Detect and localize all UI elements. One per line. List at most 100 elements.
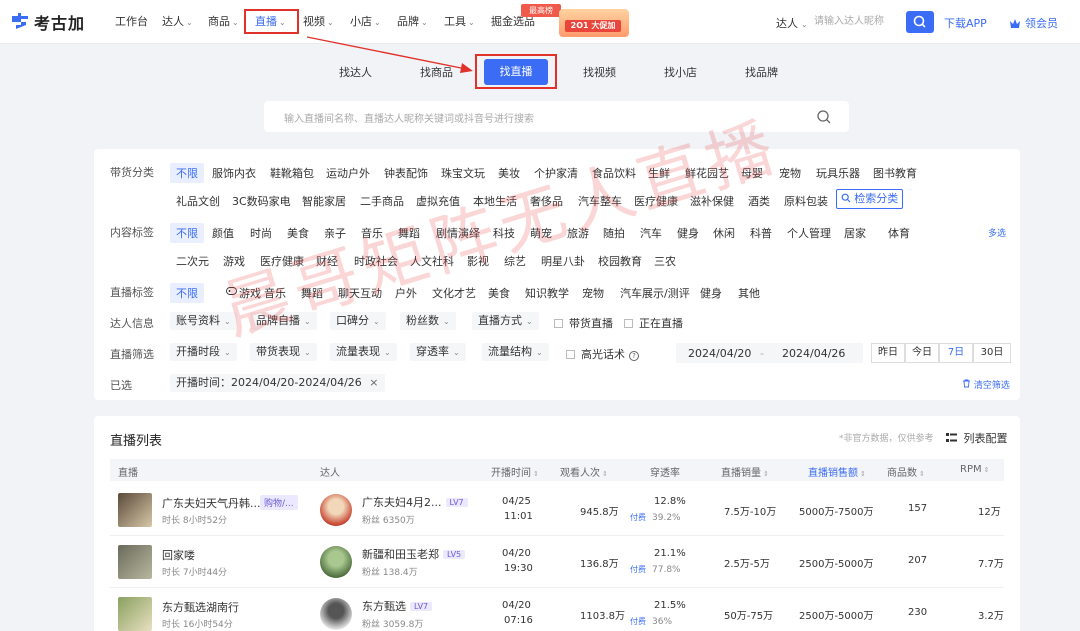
cat2-chip-1[interactable]: 3C数码家电 [232,193,291,209]
info1-dropdown-4[interactable]: 直播方式 ⌄ [472,312,539,330]
multi-select-link[interactable]: 多选 [988,226,1006,239]
cat2-chip-8[interactable]: 医疗健康 [634,193,678,209]
avatar[interactable] [320,546,352,578]
screen1-dropdown-3[interactable]: 穿透率 ⌄ [410,343,466,361]
con1-chip-12[interactable]: 汽车 [640,225,662,241]
con1-chip-18[interactable]: 体育 [888,225,910,241]
subtab-3[interactable]: 找视频 [583,64,616,80]
con2-chip-6[interactable]: 影视 [467,253,489,269]
con1-chip-7[interactable]: 剧情演绎 [436,225,480,241]
cat1-chip-10[interactable]: 鲜花园艺 [685,165,729,181]
info1-dropdown-2[interactable]: 口碑分 ⌄ [330,312,386,330]
cat2-chip-11[interactable]: 原料包装 [784,193,828,209]
live1-chip-2[interactable]: 音乐 [264,285,286,301]
cat2-chip-9[interactable]: 滋补保健 [690,193,734,209]
live1-chip-6[interactable]: 文化才艺 [432,285,476,301]
quick-date-1[interactable]: 今日 [905,343,939,363]
cat1-chip-6[interactable]: 美妆 [498,165,520,181]
author-name[interactable]: 新疆和田玉老郑 LV5 [362,546,466,562]
column-header-8[interactable]: RPM ⇕ [960,464,989,475]
table-row[interactable]: 广东夫妇天气丹韩... 购物/... 时长 8小时52分 广东夫妇4月2... LV7 粉… [110,484,1004,536]
live1-chip-12[interactable]: 其他 [738,285,760,301]
con1-chip-3[interactable]: 美食 [287,225,309,241]
column-header-6[interactable]: 直播销售额 ⇕ [808,464,866,479]
live1-chip-1[interactable]: 游戏 [226,285,261,301]
quick-date-2[interactable]: 7日 [939,343,973,363]
con2-chip-10[interactable]: 三农 [654,253,676,269]
table-row[interactable]: 回家喽 时长 7小时44分 新疆和田玉老郑 LV5 粉丝 138.4万 04/20 19:3… [110,536,1004,588]
column-header-3[interactable]: 观看人次 ⇕ [560,464,608,479]
con1-chip-2[interactable]: 时尚 [250,225,272,241]
live1-chip-0[interactable]: 不限 [170,283,204,303]
cat2-chip-5[interactable]: 本地生活 [473,193,517,209]
cat2-chip-10[interactable]: 酒类 [748,193,770,209]
screen1-dropdown-0[interactable]: 开播时段 ⌄ [170,343,237,361]
con2-chip-2[interactable]: 医疗健康 [260,253,304,269]
live-thumbnail[interactable] [118,493,152,527]
live1-chip-4[interactable]: 聊天互动 [338,285,382,301]
list-config-button[interactable]: 列表配置 [946,430,1008,446]
live1-chip-10[interactable]: 汽车展示/测评 [620,285,690,301]
con1-chip-11[interactable]: 随拍 [603,225,625,241]
cat1-chip-8[interactable]: 食品饮料 [592,165,636,181]
con2-chip-8[interactable]: 明星八卦 [541,253,585,269]
live-search-bar[interactable]: 输入直播间名称、直播达人昵称关键词或抖音号进行搜索 [264,101,849,132]
cat1-chip-14[interactable]: 图书教育 [873,165,917,181]
quick-date-3[interactable]: 30日 [973,343,1011,363]
column-header-2[interactable]: 开播时间 ⇕ [491,464,539,479]
info-checkbox-0[interactable]: 带货直播 [554,315,613,331]
chosen-filter-tag[interactable]: 开播时间：2024/04/20-2024/04/26 × [170,374,385,392]
live-title[interactable]: 回家喽 [162,547,195,563]
info-checkbox-1[interactable]: 正在直播 [624,315,683,331]
screen1-dropdown-2[interactable]: 流量表现 ⌄ [330,343,397,361]
live-thumbnail[interactable] [118,597,152,631]
highlight-script-checkbox[interactable]: 高光话术? [566,346,639,362]
cat1-chip-4[interactable]: 钟表配饰 [384,165,428,181]
con1-chip-5[interactable]: 音乐 [361,225,383,241]
cat2-chip-7[interactable]: 汽车整车 [578,193,622,209]
con1-chip-16[interactable]: 个人管理 [787,225,831,241]
cat1-chip-3[interactable]: 运动户外 [326,165,370,181]
cat1-chip-5[interactable]: 珠宝文玩 [441,165,485,181]
subtab-5[interactable]: 找品牌 [745,64,778,80]
con2-chip-7[interactable]: 综艺 [504,253,526,269]
cat1-chip-0[interactable]: 不限 [170,163,204,183]
column-header-7[interactable]: 商品数 ⇕ [887,464,925,479]
con2-chip-0[interactable]: 二次元 [176,253,209,269]
category-search-button[interactable]: 检索分类 [836,189,903,209]
live1-chip-11[interactable]: 健身 [700,285,722,301]
close-icon[interactable]: × [369,376,378,389]
con1-chip-17[interactable]: 居家 [844,225,866,241]
con1-chip-10[interactable]: 旅游 [567,225,589,241]
avatar[interactable] [320,494,352,526]
live1-chip-8[interactable]: 知识教学 [525,285,569,301]
con1-chip-15[interactable]: 科普 [750,225,772,241]
con2-chip-9[interactable]: 校园教育 [598,253,642,269]
table-row[interactable]: 东方甄选湖南行 时长 16小时54分 东方甄选 LV7 粉丝 3059.8万 04/20 0… [110,588,1004,631]
live1-chip-7[interactable]: 美食 [488,285,510,301]
column-header-5[interactable]: 直播销量 ⇕ [721,464,769,479]
date-range-picker[interactable]: 2024/04/20 - 2024/04/26 [676,343,863,363]
screen1-dropdown-4[interactable]: 流量结构 ⌄ [482,343,549,361]
con1-chip-1[interactable]: 颜值 [212,225,234,241]
con2-chip-4[interactable]: 时政社会 [354,253,398,269]
live1-chip-5[interactable]: 户外 [395,285,417,301]
subtab-1[interactable]: 找商品 [420,64,453,80]
con1-chip-6[interactable]: 舞蹈 [398,225,420,241]
avatar[interactable] [320,598,352,630]
con1-chip-8[interactable]: 科技 [493,225,515,241]
author-name[interactable]: 东方甄选 LV7 [362,598,433,614]
con2-chip-3[interactable]: 财经 [316,253,338,269]
con2-chip-1[interactable]: 游戏 [223,253,245,269]
search-icon[interactable] [816,109,832,125]
subtab-0[interactable]: 找达人 [339,64,372,80]
subtab-4[interactable]: 找小店 [664,64,697,80]
info1-dropdown-0[interactable]: 账号资料 ⌄ [170,312,237,330]
con1-chip-4[interactable]: 亲子 [324,225,346,241]
live-title[interactable]: 广东夫妇天气丹韩... [162,495,261,511]
author-name[interactable]: 广东夫妇4月2... LV7 [362,494,468,510]
live1-chip-9[interactable]: 宠物 [582,285,604,301]
screen1-dropdown-1[interactable]: 带货表现 ⌄ [250,343,317,361]
cat2-chip-6[interactable]: 奢侈品 [530,193,563,209]
cat2-chip-4[interactable]: 虚拟充值 [416,193,460,209]
